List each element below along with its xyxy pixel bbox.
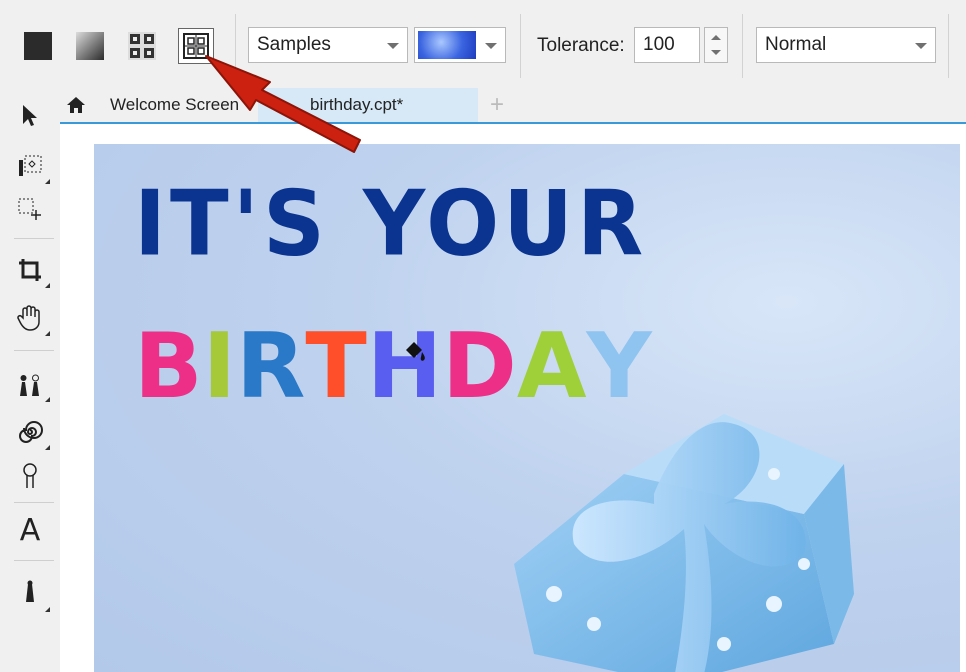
tolerance-label: Tolerance:	[537, 35, 625, 56]
birthday-letter: T	[305, 314, 367, 419]
chevron-down-icon	[915, 43, 927, 49]
separator	[14, 350, 54, 351]
tab-birthday[interactable]: birthday.cpt*	[258, 88, 478, 122]
pick-icon[interactable]	[14, 100, 46, 132]
separator	[14, 238, 54, 239]
headline-text: IT'S YOUR	[134, 171, 648, 277]
separator	[520, 14, 521, 78]
birthday-text: BIRTHDAY	[134, 314, 652, 419]
toolbox: A	[0, 88, 60, 672]
fill-flat-icon[interactable]	[20, 28, 56, 64]
separator	[14, 560, 54, 561]
clone-icon[interactable]	[14, 368, 50, 402]
birthday-letter: Y	[586, 314, 652, 419]
pin-icon[interactable]	[14, 460, 46, 492]
blend-mode-value: Normal	[765, 34, 827, 55]
birthday-letter: I	[202, 314, 237, 419]
freehand-mask-icon[interactable]	[14, 194, 46, 226]
document-area: Welcome Screen birthday.cpt* + IT'S YOUR…	[60, 88, 966, 672]
crop-icon[interactable]	[14, 254, 50, 288]
tolerance-input[interactable]: 100	[634, 27, 700, 63]
fill-texture-icon[interactable]	[178, 28, 214, 64]
separator	[948, 14, 949, 78]
fill-cursor-icon	[406, 342, 425, 361]
fill-icon[interactable]	[14, 578, 50, 612]
document-tabs: Welcome Screen birthday.cpt* +	[60, 88, 966, 124]
birthday-letter: A	[516, 314, 587, 419]
texture-dropdown[interactable]	[414, 27, 506, 63]
document-page[interactable]: IT'S YOUR BIRTHDAY	[94, 144, 960, 672]
pan-icon[interactable]	[14, 302, 50, 336]
fill-gradient-icon[interactable]	[72, 28, 108, 64]
spiral-icon[interactable]	[14, 416, 50, 450]
library-dropdown-value: Samples	[257, 34, 331, 55]
property-bar: Samples Tolerance: 100 Normal	[0, 0, 966, 88]
chevron-down-icon	[711, 50, 721, 55]
tab-label: Welcome Screen	[110, 95, 240, 114]
text-icon[interactable]: A	[14, 513, 46, 548]
chevron-down-icon	[485, 43, 497, 49]
mask-icon[interactable]	[14, 150, 50, 184]
birthday-letter: D	[442, 314, 517, 419]
separator	[742, 14, 743, 78]
tolerance-value: 100	[643, 34, 675, 55]
separator	[235, 14, 236, 78]
blend-mode-dropdown[interactable]: Normal	[756, 27, 936, 63]
birthday-letter: B	[134, 314, 203, 419]
new-tab-plus-icon[interactable]: +	[484, 88, 510, 122]
separator	[14, 502, 54, 503]
library-dropdown[interactable]: Samples	[248, 27, 408, 63]
fill-pattern-icon[interactable]	[124, 28, 160, 64]
canvas-workspace[interactable]: IT'S YOUR BIRTHDAY	[60, 124, 966, 672]
chevron-down-icon	[387, 43, 399, 49]
tab-welcome-screen[interactable]: Welcome Screen	[100, 88, 266, 122]
texture-swatch	[418, 31, 476, 59]
tolerance-stepper[interactable]	[704, 27, 728, 63]
chevron-up-icon	[711, 35, 721, 40]
tab-label: birthday.cpt*	[310, 95, 404, 114]
home-icon[interactable]	[64, 88, 88, 122]
birthday-letter: R	[236, 314, 306, 419]
